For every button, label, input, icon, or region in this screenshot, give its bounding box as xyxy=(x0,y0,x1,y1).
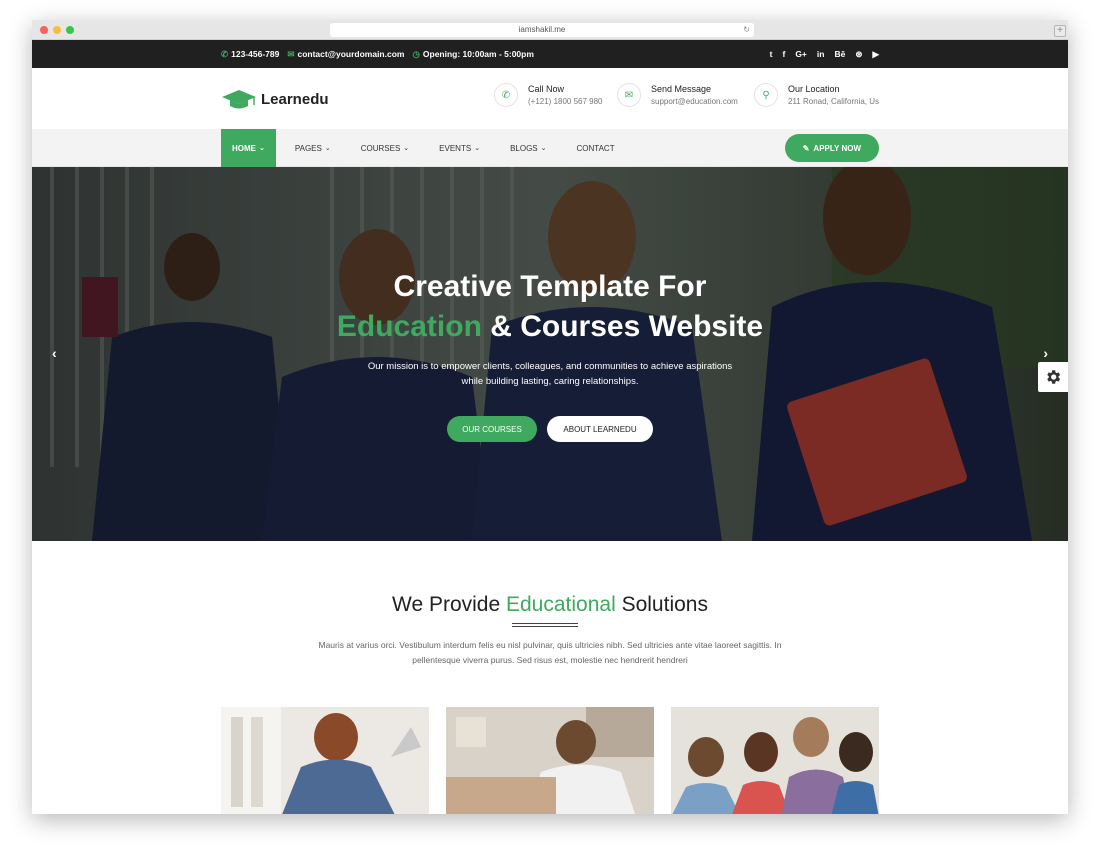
section-title-post: Solutions xyxy=(615,593,708,616)
student-workshop-photo xyxy=(446,707,654,814)
hours-text: Opening: 10:00am - 5:00pm xyxy=(422,48,534,59)
solutions-section: We Provide Educational Solutions Mauris … xyxy=(32,541,1068,814)
nav-label: EVENTS xyxy=(439,143,472,153)
chevron-down-icon: ⌄ xyxy=(324,145,331,152)
send-message-title: Send Message xyxy=(651,84,712,94)
phone-info[interactable]: ✆ 123-456-789 xyxy=(221,49,279,60)
main-navigation: HOME ⌄ PAGES ⌄ COURSES ⌄ EVENTS ⌄ BLOGS ⌄ CON… xyxy=(32,129,1068,167)
hero-title-accent: Education xyxy=(336,310,482,343)
chevron-down-icon: ⌄ xyxy=(259,145,265,152)
phone-text: 123-456-789 xyxy=(231,48,280,59)
logo-text: Learnedu xyxy=(261,90,329,108)
nav-item-events[interactable]: EVENTS ⌄ xyxy=(428,129,491,167)
call-now-number: (+121) 1800 567 980 xyxy=(528,97,603,106)
map-pin-icon: ⚲ xyxy=(754,83,778,107)
send-message-block[interactable]: ✉ Send Message support@education.com xyxy=(617,83,738,107)
social-links: t f G+ in Bē ⊛ ▶ xyxy=(770,40,879,68)
call-now-block[interactable]: ✆ Call Now (+121) 1800 567 980 xyxy=(494,83,603,107)
nav-item-home[interactable]: HOME ⌄ xyxy=(221,129,276,167)
linkedin-icon[interactable]: in xyxy=(817,49,825,59)
graduation-cap-icon xyxy=(222,90,256,109)
top-info-bar: ✆ 123-456-789 ✉ contact@yourdomain.com ◷ Op… xyxy=(32,40,1068,68)
browser-titlebar: iamshakil.me ↻ + xyxy=(32,20,1068,40)
address-bar-url: iamshakil.me xyxy=(518,25,566,34)
hero-title-line2: Education & Courses Website xyxy=(32,307,1068,347)
nav-label: BLOGS xyxy=(510,143,538,153)
location-address: 211 Ronad, California, Us xyxy=(788,97,880,106)
hero-subtitle: Our mission is to empower clients, colle… xyxy=(367,361,733,387)
phone-icon: ✆ xyxy=(221,48,229,59)
nav-item-pages[interactable]: PAGES ⌄ xyxy=(284,129,342,167)
nav-label: CONTACT xyxy=(576,143,615,153)
reload-icon[interactable]: ↻ xyxy=(743,23,750,37)
window-controls xyxy=(40,26,74,34)
feature-card-image[interactable] xyxy=(221,707,429,814)
nav-label: PAGES xyxy=(294,143,322,153)
site-header: Learnedu ✆ Call Now (+121) 1800 567 980 … xyxy=(32,68,1068,129)
hero-title: Creative Template For Education & Course… xyxy=(32,267,1068,347)
chevron-down-icon: ⌄ xyxy=(474,145,481,152)
nav-label: HOME xyxy=(232,143,256,153)
nav-label: COURSES xyxy=(360,143,401,153)
youtube-icon[interactable]: ▶ xyxy=(872,49,879,60)
close-window-button[interactable] xyxy=(40,26,48,34)
email-info[interactable]: ✉ contact@yourdomain.com xyxy=(287,49,404,60)
site-logo[interactable]: Learnedu xyxy=(221,88,329,110)
call-now-title: Call Now xyxy=(528,84,565,94)
hero-title-line1: Creative Template For xyxy=(393,270,707,303)
student-studying-photo xyxy=(221,707,429,814)
maximize-window-button[interactable] xyxy=(66,26,74,34)
facebook-icon[interactable]: f xyxy=(782,49,785,59)
nav-item-courses[interactable]: COURSES ⌄ xyxy=(350,129,420,167)
apply-now-button[interactable]: ✎ APPLY NOW xyxy=(784,134,879,162)
phone-icon: ✆ xyxy=(494,83,518,107)
nav-item-contact[interactable]: CONTACT xyxy=(566,129,626,167)
settings-panel-toggle[interactable] xyxy=(1038,362,1068,392)
section-title-accent: Educational xyxy=(506,593,616,616)
about-learnedu-button[interactable]: ABOUT LEARNEDU xyxy=(547,416,653,442)
our-courses-button[interactable]: OUR COURSES xyxy=(447,416,537,442)
section-title-pre: We Provide xyxy=(392,593,506,616)
hours-info: ◷ Opening: 10:00am - 5:00pm xyxy=(412,49,533,60)
location-title: Our Location xyxy=(788,84,840,94)
address-bar[interactable]: iamshakil.me ↻ xyxy=(330,23,754,37)
section-description: Mauris at varius orci. Vestibulum interd… xyxy=(318,640,782,665)
browser-window: iamshakil.me ↻ + ✆ 123-456-789 ✉ contact@y… xyxy=(32,20,1068,814)
feature-card-image[interactable] xyxy=(446,707,654,814)
new-tab-button[interactable]: + xyxy=(1054,25,1066,37)
chevron-right-icon[interactable]: › xyxy=(1043,345,1048,361)
behance-icon[interactable]: Bē xyxy=(834,49,845,59)
hero-title-rest: & Courses Website xyxy=(481,310,764,343)
apply-now-label: APPLY NOW xyxy=(813,143,861,153)
chevron-left-icon[interactable]: ‹ xyxy=(52,345,57,361)
chevron-down-icon: ⌄ xyxy=(540,145,547,152)
feature-card-image[interactable] xyxy=(671,707,879,814)
section-title: We Provide Educational Solutions xyxy=(32,593,1068,617)
hero-overlay xyxy=(32,167,1068,541)
feature-cards xyxy=(221,707,879,814)
send-message-email: support@education.com xyxy=(651,97,738,106)
group-learning-photo xyxy=(671,707,879,814)
twitter-icon[interactable]: t xyxy=(770,49,773,59)
envelope-icon: ✉ xyxy=(287,48,295,59)
page-background: iamshakil.me ↻ + ✆ 123-456-789 ✉ contact@y… xyxy=(0,0,1100,860)
minimize-window-button[interactable] xyxy=(53,26,61,34)
google-plus-icon[interactable]: G+ xyxy=(795,49,807,59)
title-divider xyxy=(512,623,578,627)
envelope-icon: ✉ xyxy=(617,83,641,107)
gear-icon xyxy=(1047,370,1061,384)
dribbble-icon[interactable]: ⊛ xyxy=(855,49,862,60)
nav-item-blogs[interactable]: BLOGS ⌄ xyxy=(499,129,557,167)
location-block[interactable]: ⚲ Our Location 211 Ronad, California, Us xyxy=(754,83,879,107)
clock-icon: ◷ xyxy=(412,48,420,59)
pencil-icon: ✎ xyxy=(802,143,810,153)
hero-slider: ‹ › Creative Template For Education & Co… xyxy=(32,167,1068,541)
email-text: contact@yourdomain.com xyxy=(297,48,405,59)
chevron-down-icon: ⌄ xyxy=(403,145,410,152)
